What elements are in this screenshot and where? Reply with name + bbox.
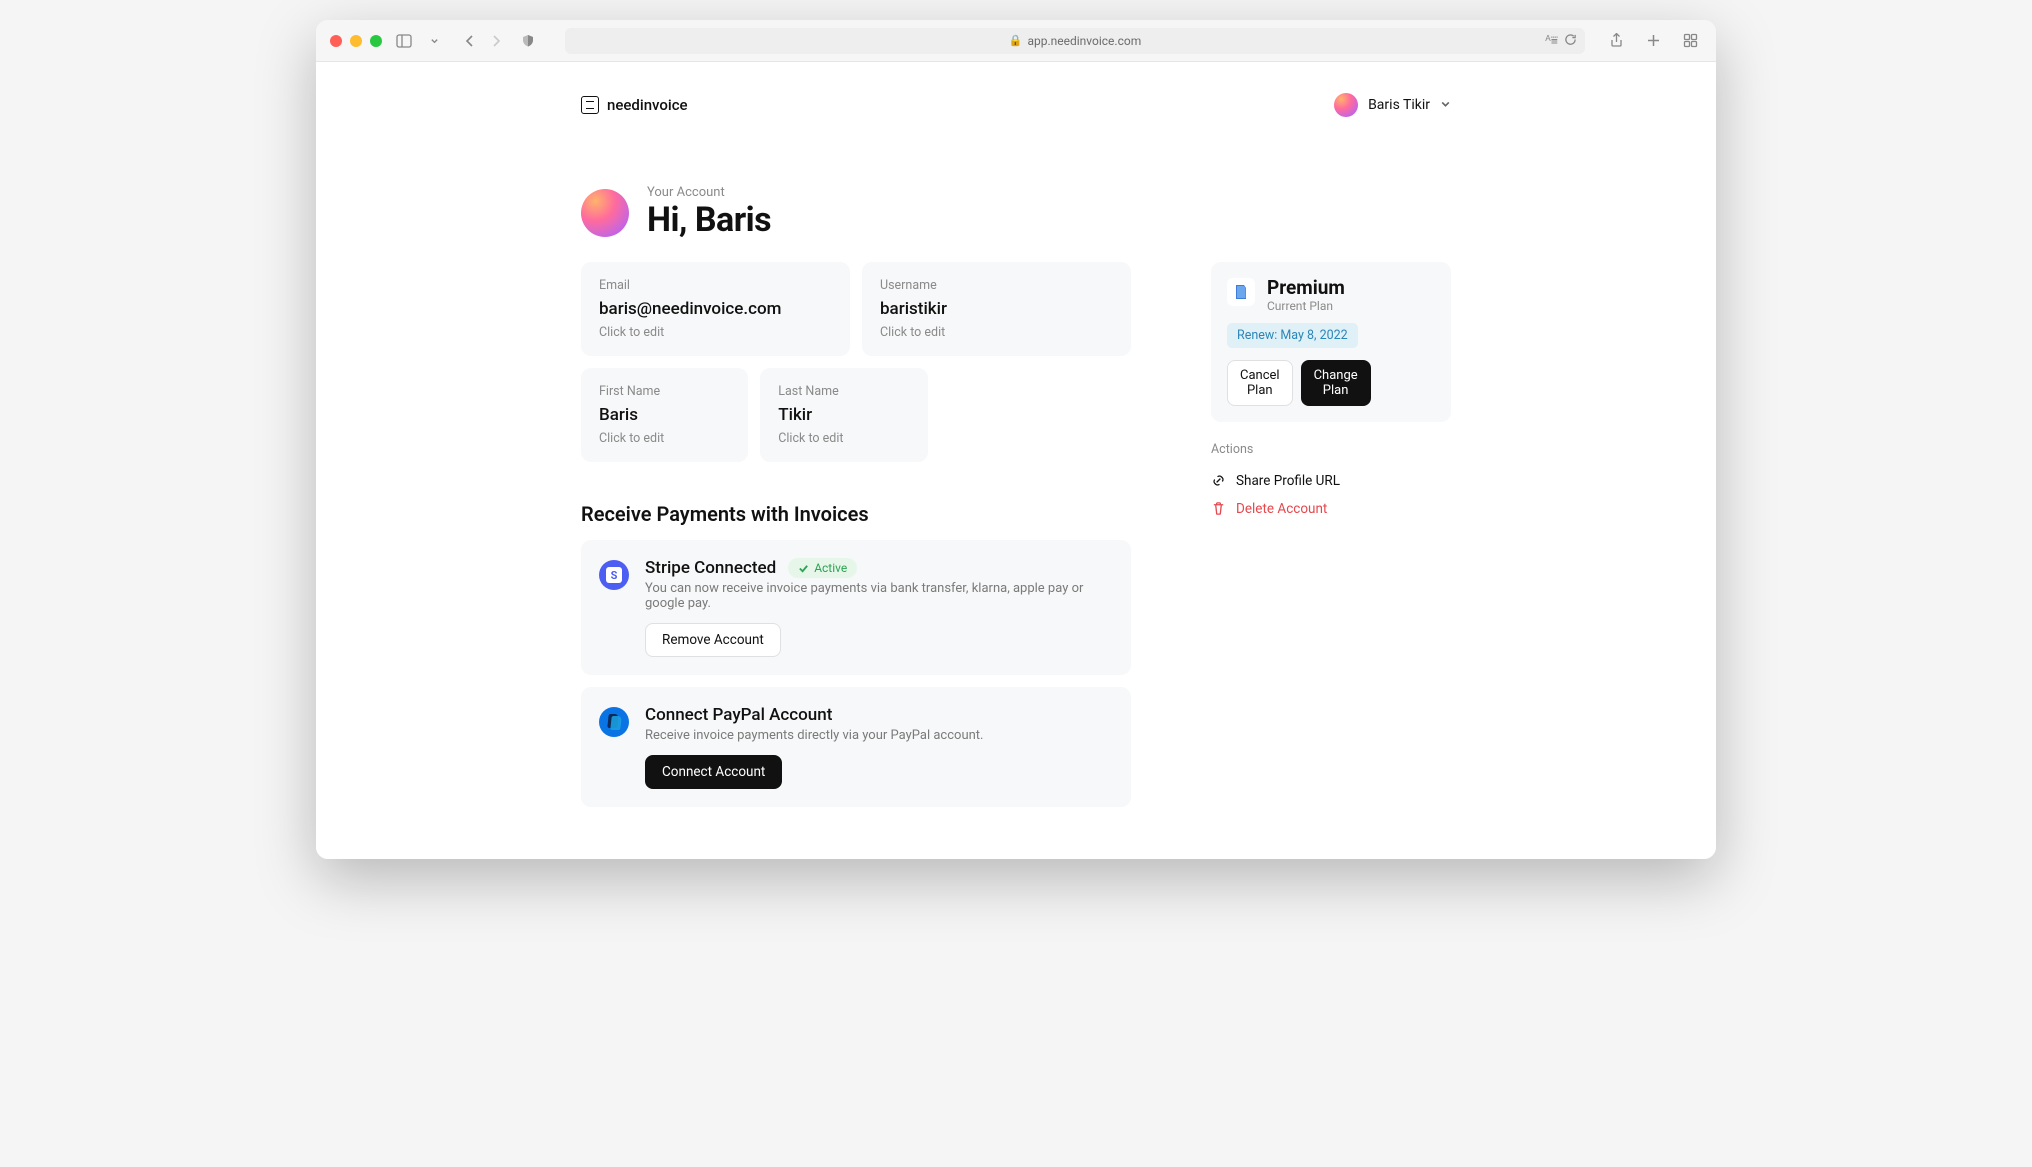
- action-label: Share Profile URL: [1236, 473, 1340, 489]
- plan-title: Premium: [1267, 278, 1345, 299]
- paypal-icon: [599, 707, 629, 737]
- status-badge: Active: [788, 558, 857, 578]
- maximize-window-button[interactable]: [370, 35, 382, 47]
- brand[interactable]: needinvoice: [581, 96, 688, 114]
- side-column: Premium Current Plan Renew: May 8, 2022 …: [1211, 262, 1451, 523]
- stripe-card: S Stripe Connected Active You can now re…: [581, 540, 1131, 675]
- paypal-card: Connect PayPal Account Receive invoice p…: [581, 687, 1131, 807]
- field-value: baris@needinvoice.com: [599, 299, 832, 319]
- browser-chrome: 🔒 app.needinvoice.com ᴬ⩸: [316, 20, 1716, 62]
- chevron-down-icon: [1440, 97, 1451, 113]
- stripe-title: Stripe Connected: [645, 558, 776, 578]
- field-value: Baris: [599, 405, 730, 425]
- account-label: Your Account: [647, 185, 771, 200]
- minimize-window-button[interactable]: [350, 35, 362, 47]
- translate-icon[interactable]: ᴬ⩸: [1545, 33, 1558, 48]
- connect-paypal-button[interactable]: Connect Account: [645, 755, 782, 789]
- url-text: app.needinvoice.com: [1027, 34, 1141, 48]
- actions-label: Actions: [1211, 442, 1451, 457]
- field-label: Last Name: [778, 384, 909, 399]
- badge-text: Active: [814, 561, 847, 575]
- account-header: Your Account Hi, Baris: [581, 185, 1451, 240]
- avatar: [1334, 93, 1358, 117]
- user-menu[interactable]: Baris Tikir: [1334, 93, 1451, 117]
- field-label: Email: [599, 278, 832, 293]
- plan-icon: [1227, 278, 1255, 306]
- field-label: Username: [880, 278, 1113, 293]
- email-field-card[interactable]: Email baris@needinvoice.com Click to edi…: [581, 262, 850, 356]
- brand-icon: [581, 96, 599, 114]
- last-name-field-card[interactable]: Last Name Tikir Click to edit: [760, 368, 927, 462]
- back-button[interactable]: [459, 34, 481, 48]
- user-name: Baris Tikir: [1368, 97, 1430, 113]
- trash-icon: [1211, 501, 1226, 516]
- reload-icon[interactable]: [1564, 33, 1577, 49]
- change-plan-button[interactable]: Change Plan: [1301, 360, 1371, 406]
- sidebar-toggle-icon[interactable]: [392, 34, 416, 48]
- field-hint: Click to edit: [778, 431, 909, 446]
- field-label: First Name: [599, 384, 730, 399]
- stripe-icon: S: [599, 560, 629, 590]
- field-value: baristikir: [880, 299, 1113, 319]
- lock-icon: 🔒: [1009, 34, 1023, 47]
- paypal-desc: Receive invoice payments directly via yo…: [645, 728, 1113, 743]
- new-tab-icon[interactable]: [1642, 33, 1665, 48]
- shield-icon[interactable]: [517, 34, 539, 48]
- share-icon[interactable]: [1605, 33, 1628, 48]
- link-icon: [1211, 473, 1226, 488]
- browser-window: 🔒 app.needinvoice.com ᴬ⩸: [316, 20, 1716, 859]
- brand-name: needinvoice: [607, 96, 688, 114]
- plan-subtitle: Current Plan: [1267, 299, 1345, 313]
- tabs-overview-icon[interactable]: [1679, 33, 1702, 48]
- payments-section-title: Receive Payments with Invoices: [581, 502, 1131, 526]
- paypal-title: Connect PayPal Account: [645, 705, 832, 725]
- avatar: [581, 189, 629, 237]
- main-column: Email baris@needinvoice.com Click to edi…: [581, 262, 1131, 819]
- field-hint: Click to edit: [880, 325, 1113, 340]
- url-bar[interactable]: 🔒 app.needinvoice.com ᴬ⩸: [565, 28, 1585, 54]
- first-name-field-card[interactable]: First Name Baris Click to edit: [581, 368, 748, 462]
- stripe-desc: You can now receive invoice payments via…: [645, 581, 1113, 611]
- app-content: needinvoice Baris Tikir Your Account Hi,…: [316, 62, 1716, 859]
- field-value: Tikir: [778, 405, 909, 425]
- forward-button[interactable]: [485, 34, 507, 48]
- delete-account-action[interactable]: Delete Account: [1211, 495, 1451, 523]
- share-profile-action[interactable]: Share Profile URL: [1211, 467, 1451, 495]
- chevron-down-icon[interactable]: [426, 36, 443, 45]
- cancel-plan-button[interactable]: Cancel Plan: [1227, 360, 1293, 406]
- remove-stripe-button[interactable]: Remove Account: [645, 623, 781, 657]
- renew-chip: Renew: May 8, 2022: [1227, 323, 1358, 348]
- close-window-button[interactable]: [330, 35, 342, 47]
- page-title: Hi, Baris: [647, 200, 771, 240]
- plan-card: Premium Current Plan Renew: May 8, 2022 …: [1211, 262, 1451, 422]
- app-topbar: needinvoice Baris Tikir: [581, 80, 1451, 130]
- username-field-card[interactable]: Username baristikir Click to edit: [862, 262, 1131, 356]
- action-label: Delete Account: [1236, 501, 1327, 517]
- field-hint: Click to edit: [599, 325, 832, 340]
- field-hint: Click to edit: [599, 431, 730, 446]
- traffic-lights: [330, 35, 382, 47]
